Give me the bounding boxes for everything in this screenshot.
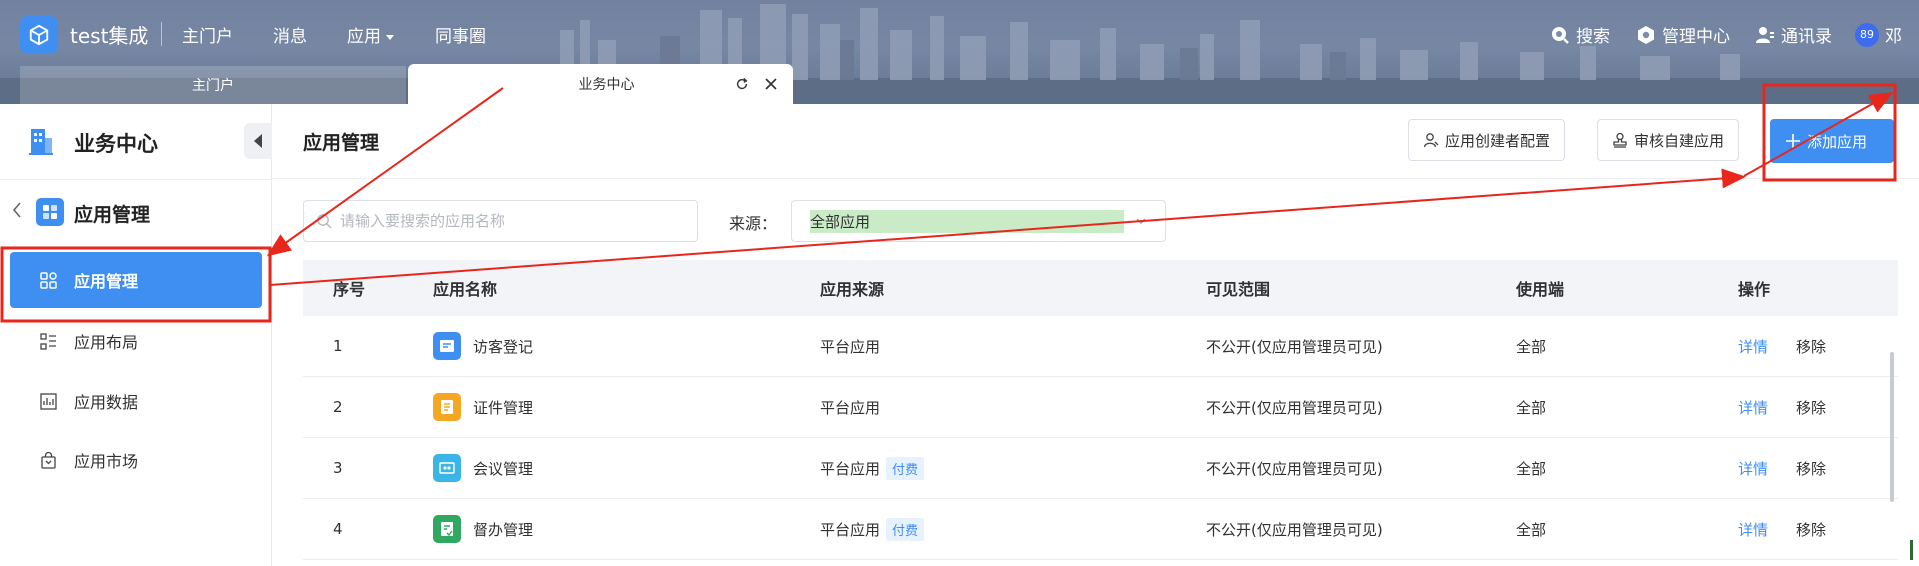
top-header: test集成 主门户 消息 应用 同事圈 搜索 管理中心 通讯录 89 邓 主门… bbox=[0, 0, 1919, 104]
user-outline-icon bbox=[1423, 133, 1439, 148]
app-logo[interactable] bbox=[20, 16, 58, 54]
detail-link[interactable]: 详情 bbox=[1738, 397, 1768, 418]
close-icon[interactable] bbox=[765, 78, 777, 90]
user-menu[interactable]: 89 邓 bbox=[1855, 22, 1902, 47]
header-visibility: 可见范围 bbox=[1206, 280, 1271, 299]
contacts-button[interactable]: 通讯录 bbox=[1755, 22, 1832, 47]
refresh-icon[interactable] bbox=[735, 77, 749, 91]
app-name: 证件管理 bbox=[473, 398, 534, 417]
detail-link[interactable]: 详情 bbox=[1738, 519, 1768, 540]
sidebar-collapse-button[interactable] bbox=[244, 123, 272, 159]
hexagon-icon bbox=[1638, 25, 1654, 44]
remove-link[interactable]: 移除 bbox=[1796, 397, 1826, 418]
sidebar-item-app-data[interactable]: 应用数据 bbox=[10, 373, 262, 429]
visitor-icon bbox=[433, 332, 461, 360]
page: test集成 主门户 消息 应用 同事圈 搜索 管理中心 通讯录 89 邓 主门… bbox=[0, 0, 1919, 566]
sidebar-item-app-market[interactable]: 应用市场 bbox=[10, 432, 262, 488]
sidebar-group-title: 应用管理 bbox=[74, 204, 151, 226]
chevron-down-icon bbox=[386, 34, 394, 40]
chart-icon bbox=[39, 392, 57, 410]
table-row: 1 访客登记 平台应用 不公开(仅应用管理员可见) 全部 详情 移除 bbox=[303, 316, 1898, 377]
main-content: 应用管理 应用创建者配置 审核自建应用 添加应用 来源： 全部应用 序号 应用名… bbox=[273, 104, 1919, 566]
add-app-button[interactable]: 添加应用 bbox=[1770, 119, 1894, 163]
source-select-value: 全部应用 bbox=[810, 209, 1124, 233]
user-name: 邓 bbox=[1885, 27, 1902, 47]
grid-icon bbox=[39, 271, 57, 289]
tab-home-portal[interactable]: 主门户 bbox=[20, 66, 406, 104]
table-row: 2 证件管理 平台应用 不公开(仅应用管理员可见) 全部 详情 移除 bbox=[303, 377, 1898, 438]
nav-colleague-circle[interactable]: 同事圈 bbox=[435, 22, 486, 47]
chevron-left-icon[interactable] bbox=[12, 201, 22, 219]
header-app-source: 应用来源 bbox=[820, 280, 885, 299]
source-filter-label: 来源： bbox=[729, 214, 778, 233]
sidebar-header: 业务中心 bbox=[0, 104, 272, 180]
header-client: 使用端 bbox=[1516, 280, 1565, 299]
header-app-name: 应用名称 bbox=[433, 280, 498, 299]
building-icon bbox=[29, 129, 53, 155]
sidebar-item-app-management[interactable]: 应用管理 bbox=[10, 252, 262, 308]
paid-badge: 付费 bbox=[886, 456, 925, 480]
app-name: 访客登记 bbox=[473, 337, 534, 356]
nav-home-portal[interactable]: 主门户 bbox=[182, 22, 233, 47]
meeting-icon bbox=[433, 454, 461, 482]
scroll-indicator bbox=[1910, 540, 1913, 560]
app-name: 督办管理 bbox=[473, 520, 534, 539]
plus-icon bbox=[1786, 134, 1800, 148]
search-button[interactable]: 搜索 bbox=[1550, 22, 1610, 47]
table-scrollbar[interactable] bbox=[1890, 352, 1894, 502]
app-name: 会议管理 bbox=[473, 459, 534, 478]
remove-link[interactable]: 移除 bbox=[1796, 519, 1826, 540]
search-icon bbox=[317, 214, 332, 229]
notification-badge: 89 bbox=[1855, 22, 1879, 47]
sidebar: 业务中心 应用管理 应用管理 应用布局 应用数据 应用市场 bbox=[0, 104, 272, 566]
remove-link[interactable]: 移除 bbox=[1796, 458, 1826, 479]
nav-messages[interactable]: 消息 bbox=[273, 22, 307, 47]
list-icon bbox=[39, 332, 56, 350]
sidebar-title: 业务中心 bbox=[74, 132, 158, 156]
sidebar-group-app-management[interactable]: 应用管理 bbox=[0, 186, 272, 236]
table-row: 3 会议管理 平台应用 付费 不公开(仅应用管理员可见) 全部 详情 移除 bbox=[303, 438, 1898, 499]
cube-icon bbox=[29, 24, 49, 46]
review-custom-apps-button[interactable]: 审核自建应用 bbox=[1597, 119, 1740, 161]
search-icon bbox=[1552, 26, 1569, 44]
chevron-down-icon bbox=[1136, 218, 1146, 224]
app-search-input[interactable] bbox=[340, 212, 670, 230]
tab-business-center[interactable]: 业务中心 bbox=[408, 64, 793, 104]
bag-icon bbox=[40, 451, 56, 469]
source-select[interactable]: 全部应用 bbox=[791, 200, 1166, 242]
contacts-icon bbox=[1756, 26, 1774, 43]
top-navigation-bar: test集成 主门户 消息 应用 同事圈 搜索 管理中心 通讯录 89 邓 bbox=[0, 0, 1919, 68]
triangle-left-icon bbox=[254, 134, 262, 148]
detail-link[interactable]: 详情 bbox=[1738, 458, 1768, 479]
paid-badge: 付费 bbox=[886, 517, 925, 541]
header-no: 序号 bbox=[333, 280, 366, 299]
header-actions: 操作 bbox=[1738, 280, 1771, 299]
table-row: 4 督办管理 平台应用 付费 不公开(仅应用管理员可见) 全部 详情 移除 bbox=[303, 499, 1898, 560]
stamp-icon bbox=[1613, 132, 1627, 148]
nav-apps[interactable]: 应用 bbox=[347, 22, 394, 47]
page-title: 应用管理 bbox=[303, 132, 380, 154]
detail-link[interactable]: 详情 bbox=[1738, 336, 1768, 357]
app-table: 序号 应用名称 应用来源 可见范围 使用端 操作 1 访客登记 平台应用 不公开… bbox=[303, 260, 1898, 560]
sidebar-item-app-layout[interactable]: 应用布局 bbox=[10, 313, 262, 369]
app-creator-config-button[interactable]: 应用创建者配置 bbox=[1408, 119, 1566, 161]
brand-name: test集成 bbox=[70, 24, 149, 48]
tab-bar: 主门户 业务中心 bbox=[0, 64, 1919, 104]
app-grid-icon bbox=[36, 198, 64, 226]
remove-link[interactable]: 移除 bbox=[1796, 336, 1826, 357]
table-header: 序号 应用名称 应用来源 可见范围 使用端 操作 bbox=[303, 260, 1898, 316]
app-search-field[interactable] bbox=[303, 200, 698, 242]
id-card-icon bbox=[433, 393, 461, 421]
admin-center-button[interactable]: 管理中心 bbox=[1636, 22, 1730, 47]
supervise-icon bbox=[433, 515, 461, 543]
